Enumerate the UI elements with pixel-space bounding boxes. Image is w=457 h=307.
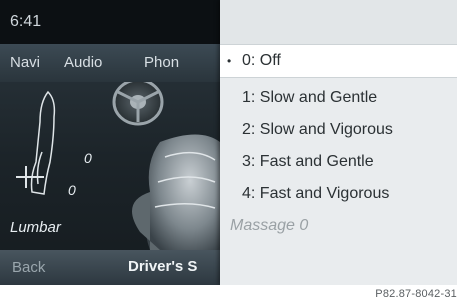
nav-item-audio[interactable]: Audio [64, 54, 102, 71]
seat-icon [132, 134, 220, 250]
back-button[interactable]: Back [12, 259, 45, 276]
nav-item-navi[interactable]: Navi [10, 54, 40, 71]
selected-bullet: • [227, 54, 232, 68]
display-screen: 6:41 Navi Audio Phon 0 0 Lumbar Back Dri… [0, 0, 457, 285]
clock: 6:41 [10, 13, 42, 30]
status-bar: 6:41 [0, 0, 220, 44]
left-panel: 6:41 Navi Audio Phon 0 0 Lumbar Back Dri… [0, 0, 220, 285]
menu-item-label: 1: Slow and Gentle [242, 89, 378, 106]
lumbar-support-icon [16, 90, 56, 195]
menu-item-slow-vigorous[interactable]: 2: Slow and Vigorous [220, 114, 457, 146]
lower-lumbar-value: 0 [68, 182, 76, 198]
massage-status: Massage 0 [230, 217, 309, 234]
menu-item-slow-gentle[interactable]: 1: Slow and Gentle [220, 82, 457, 114]
menu-item-label: 2: Slow and Vigorous [242, 121, 393, 138]
seat-menu-label[interactable]: Driver's S [128, 258, 197, 275]
upper-lumbar-value: 0 [84, 150, 92, 166]
menu-item-fast-vigorous[interactable]: 4: Fast and Vigorous [220, 178, 457, 210]
menu-item-fast-gentle[interactable]: 3: Fast and Gentle [220, 146, 457, 178]
massage-menu: • 0: Off 1: Slow and Gentle 2: Slow and … [220, 0, 457, 285]
menu-item-label: 4: Fast and Vigorous [242, 185, 390, 202]
menu-item-label: 0: Off [242, 52, 281, 69]
steering-wheel-icon [112, 78, 164, 126]
menu-item-label: 3: Fast and Gentle [242, 153, 374, 170]
figure-caption: P82.87-8042-31 [375, 288, 457, 300]
menu-item-off[interactable]: • 0: Off [220, 44, 457, 78]
lumbar-label: Lumbar [10, 219, 61, 236]
main-function-bar: Navi Audio Phon [0, 44, 220, 82]
bottom-bar: Back Driver's S [0, 250, 220, 285]
nav-item-phone[interactable]: Phon [144, 54, 179, 71]
menu-header-area [220, 0, 457, 44]
